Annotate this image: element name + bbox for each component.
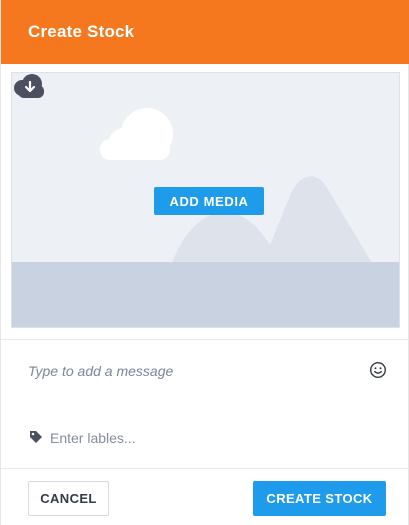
create-stock-dialog: Create Stock ADD MEDIA Type to add a mes…: [0, 0, 409, 525]
add-media-button[interactable]: ADD MEDIA: [154, 187, 264, 215]
media-dropzone[interactable]: ADD MEDIA: [11, 72, 400, 328]
labels-input[interactable]: [50, 427, 350, 449]
cloud-download-icon[interactable]: [12, 73, 48, 99]
dialog-title: Create Stock: [28, 22, 135, 41]
message-input[interactable]: [28, 360, 348, 382]
create-stock-button[interactable]: CREATE STOCK: [253, 481, 386, 516]
tag-icon: [30, 431, 42, 443]
divider: [1, 339, 409, 340]
dialog-header: Create Stock: [1, 0, 409, 64]
smiley-icon[interactable]: [369, 361, 387, 379]
footer-divider: [1, 468, 409, 469]
cancel-button[interactable]: CANCEL: [28, 481, 109, 516]
